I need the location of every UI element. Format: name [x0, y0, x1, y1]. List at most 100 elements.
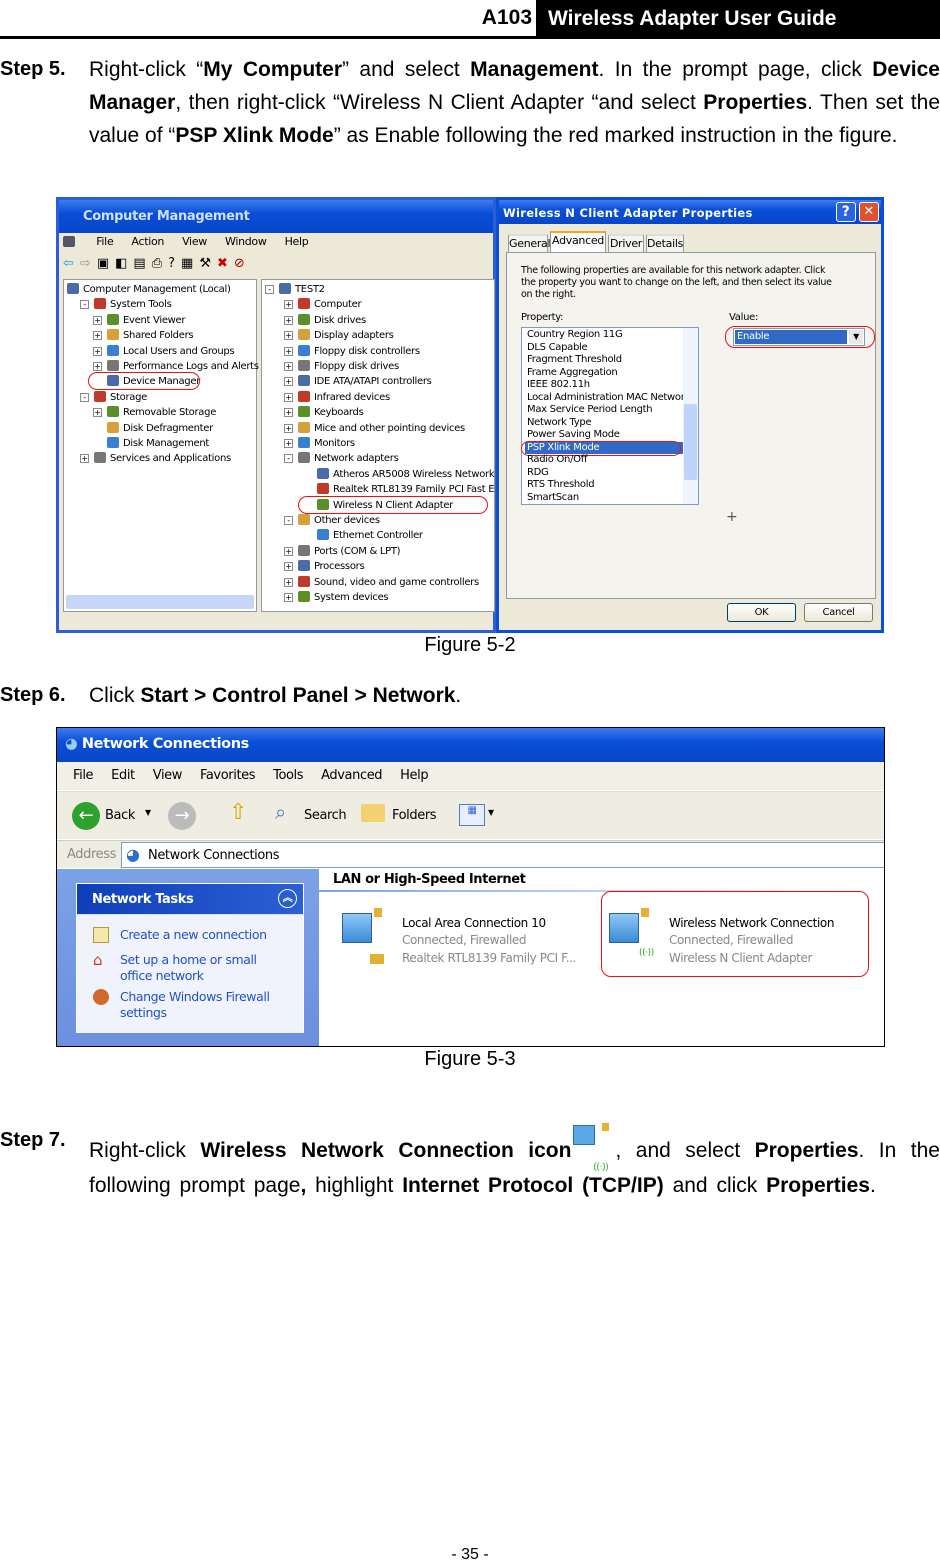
tree-item[interactable]: Disk Defragmenter	[93, 421, 213, 436]
menu-favorites[interactable]: Favorites	[200, 768, 256, 783]
tree-item[interactable]: - Storage	[80, 390, 147, 405]
help-button[interactable]: ?	[836, 202, 856, 222]
property-item[interactable]: Local Administration MAC Network	[525, 392, 683, 405]
menu-advanced[interactable]: Advanced	[321, 768, 382, 783]
tree-item[interactable]: + Removable Storage	[93, 405, 216, 420]
expand-icon[interactable]: +	[93, 408, 102, 418]
forward-arrow-icon[interactable]: →	[168, 802, 196, 830]
close-button[interactable]: ✕	[859, 202, 879, 222]
collapse-icon[interactable]: -	[284, 454, 293, 464]
print-icon[interactable]: ⎙	[152, 256, 168, 271]
tree-item[interactable]: - Other devices	[284, 513, 380, 528]
scan-icon[interactable]: ▦	[181, 256, 199, 271]
panel-header[interactable]: Network Tasks ︽	[77, 884, 303, 914]
tree-item[interactable]: Ethernet Controller	[303, 528, 423, 543]
horizontal-scrollbar[interactable]	[66, 595, 254, 609]
expand-icon[interactable]: +	[284, 546, 293, 556]
menu-window[interactable]: Window	[225, 235, 267, 248]
forward-icon[interactable]: ⇨	[80, 256, 97, 271]
menu-tools[interactable]: Tools	[273, 768, 303, 783]
property-item[interactable]: Network Type	[525, 417, 683, 430]
collapse-icon[interactable]: ︽	[278, 889, 297, 908]
back-arrow-icon[interactable]: ←	[72, 802, 100, 830]
menu-help[interactable]: Help	[400, 768, 428, 783]
scrollbar-thumb[interactable]	[684, 404, 697, 480]
tree-item[interactable]: + Floppy disk controllers	[284, 344, 420, 359]
expand-icon[interactable]: +	[284, 593, 293, 602]
uninstall-icon[interactable]: ✖	[217, 256, 234, 271]
expand-icon[interactable]: +	[284, 346, 293, 356]
tree-item[interactable]: - Network adapters	[284, 451, 399, 466]
folders-button[interactable]: Folders	[392, 808, 437, 823]
tree-item[interactable]: + IDE ATA/ATAPI controllers	[284, 374, 432, 389]
show-hide-tree-icon[interactable]: ◧	[115, 256, 133, 271]
collapse-icon[interactable]: -	[265, 285, 274, 294]
property-item[interactable]: Max Service Period Length	[525, 404, 683, 417]
property-item[interactable]: Power Saving Mode	[525, 429, 683, 442]
expand-icon[interactable]: +	[284, 577, 293, 587]
expand-icon[interactable]: +	[284, 315, 293, 325]
expand-icon[interactable]: +	[284, 300, 293, 310]
property-item[interactable]: RDG	[525, 467, 683, 480]
tree-item[interactable]: + Services and Applications	[80, 451, 231, 466]
menu-action[interactable]: Action	[131, 235, 164, 248]
task-firewall-settings[interactable]: Change Windows Firewall settings	[120, 989, 290, 1021]
tree-item[interactable]: - System Tools	[80, 297, 172, 312]
task-home-network[interactable]: Set up a home or small office network	[120, 952, 270, 984]
menu-view[interactable]: View	[182, 235, 207, 248]
tab-general[interactable]: General	[508, 234, 551, 252]
tree-item[interactable]: + Event Viewer	[93, 313, 186, 328]
property-item[interactable]: SmartScan	[525, 492, 683, 505]
expand-icon[interactable]: +	[284, 423, 293, 433]
folders-icon[interactable]	[361, 804, 385, 822]
tree-item[interactable]: + System devices	[284, 590, 389, 605]
tree-item[interactable]: + Display adapters	[284, 328, 394, 343]
tree-item[interactable]: + Mice and other pointing devices	[284, 421, 465, 436]
tree-item[interactable]: - TEST2	[265, 282, 325, 297]
expand-icon[interactable]: +	[80, 454, 89, 464]
search-icon[interactable]: ⌕	[275, 800, 286, 824]
tree-item[interactable]: + Local Users and Groups	[93, 344, 235, 359]
collapse-icon[interactable]: -	[80, 392, 89, 402]
tree-item[interactable]: + Processors	[284, 559, 365, 574]
search-button[interactable]: Search	[304, 808, 347, 823]
tree-item[interactable]: + Disk drives	[284, 313, 366, 328]
tree-item[interactable]: + Computer	[284, 297, 362, 312]
tree-item[interactable]: + Monitors	[284, 436, 355, 451]
vertical-scrollbar[interactable]	[683, 328, 698, 504]
connection-item[interactable]: Local Area Connection 10 Connected, Firew…	[342, 908, 607, 978]
expand-icon[interactable]: +	[284, 331, 293, 341]
cancel-button[interactable]: Cancel	[804, 603, 873, 622]
help-icon[interactable]: ?	[168, 256, 181, 271]
expand-icon[interactable]: +	[284, 392, 293, 402]
views-dropdown-icon[interactable]: ▼	[488, 808, 494, 817]
properties-icon[interactable]: ▤	[133, 256, 151, 271]
update-driver-icon[interactable]: ⚒	[199, 256, 217, 271]
expand-icon[interactable]: +	[93, 331, 102, 341]
tree-item[interactable]: + Ports (COM & LPT)	[284, 544, 401, 559]
expand-icon[interactable]: +	[93, 346, 102, 356]
back-icon[interactable]: ⇦	[63, 256, 80, 271]
property-list[interactable]: Country Region 11G DLS Capable Fragment Th…	[521, 327, 699, 505]
back-dropdown-icon[interactable]: ▼	[145, 808, 151, 817]
tree-item[interactable]: Realtek RTL8139 Family PCI Fast E	[303, 482, 495, 497]
tree-item[interactable]: Atheros AR5008 Wireless Network	[303, 467, 495, 482]
task-create-connection[interactable]: Create a new connection	[120, 927, 267, 943]
tree-item[interactable]: Computer Management (Local)	[67, 282, 231, 297]
menu-edit[interactable]: Edit	[111, 768, 135, 783]
expand-icon[interactable]: +	[93, 362, 102, 371]
menu-file[interactable]: File	[96, 235, 114, 248]
collapse-icon[interactable]: -	[284, 516, 293, 525]
tab-details[interactable]: Details	[646, 234, 684, 252]
menu-view[interactable]: View	[153, 768, 183, 783]
tree-item[interactable]: + Floppy disk drives	[284, 359, 399, 374]
tree-item[interactable]: + Sound, video and game controllers	[284, 575, 479, 590]
property-item[interactable]: IEEE 802.11h	[525, 379, 683, 392]
address-input[interactable]: ◕ Network Connections	[121, 842, 884, 868]
property-item[interactable]: Fragment Threshold	[525, 354, 683, 367]
menu-file[interactable]: File	[73, 768, 94, 783]
views-icon[interactable]: ▦	[459, 804, 485, 826]
expand-icon[interactable]: +	[93, 315, 102, 325]
collapse-icon[interactable]: -	[80, 300, 89, 310]
expand-icon[interactable]: +	[284, 408, 293, 418]
